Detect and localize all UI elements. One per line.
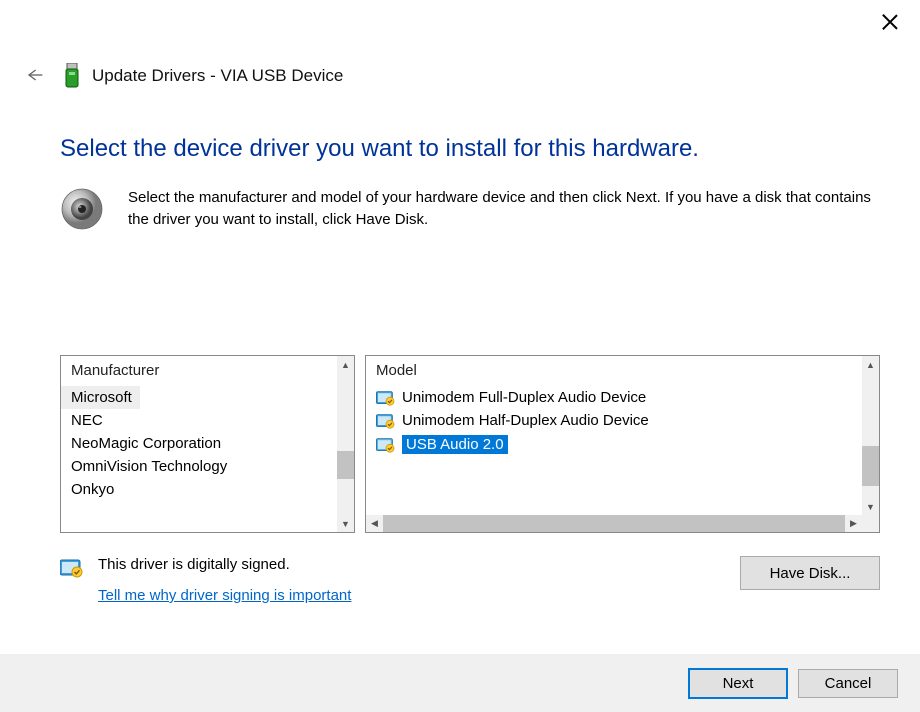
scroll-up-icon[interactable]: ▲ xyxy=(862,356,879,373)
manufacturer-item[interactable]: OmniVision Technology xyxy=(61,455,337,478)
manufacturer-header: Manufacturer xyxy=(61,356,354,383)
back-button[interactable] xyxy=(24,65,46,87)
page-heading: Select the device driver you want to ins… xyxy=(60,135,699,163)
speaker-icon xyxy=(60,185,108,233)
model-item[interactable]: Unimodem Full-Duplex Audio Device xyxy=(366,386,862,409)
model-item[interactable]: USB Audio 2.0 xyxy=(366,432,862,457)
manufacturer-item[interactable]: Microsoft xyxy=(61,386,140,409)
scroll-up-icon[interactable]: ▲ xyxy=(337,356,354,373)
scroll-thumb[interactable] xyxy=(383,515,845,532)
model-item[interactable]: Unimodem Half-Duplex Audio Device xyxy=(366,409,862,432)
scroll-thumb[interactable] xyxy=(337,451,354,479)
model-item-label: USB Audio 2.0 xyxy=(402,435,508,454)
scroll-left-icon[interactable]: ◀ xyxy=(366,515,383,532)
scroll-down-icon[interactable]: ▼ xyxy=(862,498,879,515)
scroll-corner xyxy=(862,515,879,532)
model-vscrollbar[interactable]: ▲ ▼ xyxy=(862,356,879,515)
model-item-label: Unimodem Full-Duplex Audio Device xyxy=(402,389,646,406)
model-header: Model xyxy=(366,356,879,383)
manufacturer-listbox[interactable]: Manufacturer MicrosoftNECNeoMagic Corpor… xyxy=(60,355,355,533)
driver-icon xyxy=(376,413,396,429)
header: Update Drivers - VIA USB Device xyxy=(0,62,920,90)
close-button[interactable] xyxy=(880,12,900,32)
model-listbox[interactable]: Model Unimodem Full-Duplex Audio Device U… xyxy=(365,355,880,533)
device-icon xyxy=(64,62,80,90)
model-item-label: Unimodem Half-Duplex Audio Device xyxy=(402,412,649,429)
window-title: Update Drivers - VIA USB Device xyxy=(92,66,343,86)
scroll-right-icon[interactable]: ▶ xyxy=(845,515,862,532)
footer: Next Cancel xyxy=(0,654,920,712)
model-hscrollbar[interactable]: ◀ ▶ xyxy=(366,515,862,532)
have-disk-button[interactable]: Have Disk... xyxy=(740,556,880,590)
cancel-button[interactable]: Cancel xyxy=(798,669,898,698)
driver-icon xyxy=(376,390,396,406)
signed-driver-icon xyxy=(60,558,84,578)
scroll-down-icon[interactable]: ▼ xyxy=(337,515,354,532)
description-text: Select the manufacturer and model of you… xyxy=(128,185,880,231)
driver-icon xyxy=(376,437,396,453)
manufacturer-item[interactable]: Onkyo xyxy=(61,478,337,501)
manufacturer-scrollbar[interactable]: ▲ ▼ xyxy=(337,356,354,532)
next-button[interactable]: Next xyxy=(688,668,788,699)
manufacturer-item[interactable]: NeoMagic Corporation xyxy=(61,432,337,455)
scroll-thumb[interactable] xyxy=(862,446,879,486)
signing-info-link[interactable]: Tell me why driver signing is important xyxy=(98,587,351,604)
manufacturer-item[interactable]: NEC xyxy=(61,409,337,432)
signed-status-text: This driver is digitally signed. xyxy=(98,556,740,573)
